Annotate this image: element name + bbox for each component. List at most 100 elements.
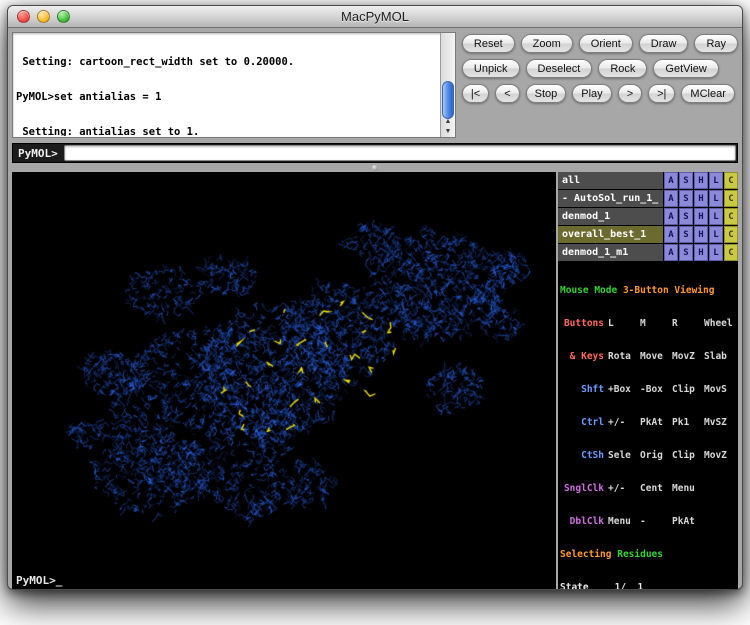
object-color-button[interactable]: C — [724, 172, 738, 189]
object-row-overall-best-1: overall_best_1 A S H L C — [558, 226, 738, 243]
object-color-button[interactable]: C — [724, 190, 738, 207]
zoom-button[interactable]: Zoom — [521, 34, 573, 53]
object-row-denmod-1-m1: denmod_1_m1 A S H L C — [558, 244, 738, 261]
object-color-button[interactable]: C — [724, 244, 738, 261]
object-show-button[interactable]: S — [679, 244, 693, 261]
state-label: State — [560, 582, 589, 590]
zoom-window-button[interactable] — [57, 10, 70, 23]
console-scrollbar[interactable]: ▲ ▼ — [440, 33, 455, 137]
object-action-button[interactable]: A — [664, 190, 678, 207]
object-hide-button[interactable]: H — [694, 208, 708, 225]
mouse-cell: Orig — [640, 450, 672, 461]
object-label[interactable]: - AutoSol_run_1_ — [558, 190, 663, 207]
movie-stop-button[interactable]: Stop — [526, 84, 567, 103]
object-action-button[interactable]: A — [664, 172, 678, 189]
mouse-mode-value[interactable]: 3-Button Viewing — [623, 285, 715, 296]
object-show-button[interactable]: S — [679, 208, 693, 225]
mouse-matrix-row: Shft +Box -Box Clip MovS — [560, 384, 738, 395]
mouse-row-head: SnglClk — [560, 483, 608, 494]
orient-button[interactable]: Orient — [579, 34, 633, 53]
mouse-cell: -Box — [640, 384, 672, 395]
upper-section: Setting: cartoon_rect_width set to 0.200… — [8, 28, 742, 140]
movie-play-button[interactable]: Play — [572, 84, 611, 103]
macpymol-window: MacPyMOL Setting: cartoon_rect_width set… — [7, 5, 743, 590]
mouse-cell: L — [608, 318, 640, 329]
movie-back-button[interactable]: < — [495, 84, 519, 103]
command-row: PyMOL> — [12, 143, 738, 163]
mouse-matrix-row: Ctrl +/- PkAt Pk1 MvSZ — [560, 417, 738, 428]
object-labelmenu-button[interactable]: L — [709, 244, 723, 261]
object-hide-button[interactable]: H — [694, 190, 708, 207]
object-action-button[interactable]: A — [664, 208, 678, 225]
mouse-matrix-row: Buttons L M R Wheel — [560, 318, 738, 329]
object-label[interactable]: denmod_1 — [558, 208, 663, 225]
mouse-cell: MovZ — [704, 450, 736, 461]
mouse-cell: R — [672, 318, 704, 329]
ray-button[interactable]: Ray — [694, 34, 738, 53]
mouse-row-head: Buttons — [560, 318, 608, 329]
scroll-up-icon[interactable]: ▲ — [444, 117, 451, 127]
mouse-cell: - — [640, 516, 672, 527]
mouse-cell: +/- — [608, 417, 640, 428]
getview-button[interactable]: GetView — [653, 59, 718, 78]
selecting-label: Selecting — [560, 549, 611, 560]
object-label[interactable]: all — [558, 172, 663, 189]
mouse-cell: Clip — [672, 450, 704, 461]
object-color-button[interactable]: C — [724, 208, 738, 225]
titlebar[interactable]: MacPyMOL — [8, 6, 742, 28]
mouse-matrix-row: & Keys Rota Move MovZ Slab — [560, 351, 738, 362]
object-action-button[interactable]: A — [664, 226, 678, 243]
object-labelmenu-button[interactable]: L — [709, 208, 723, 225]
control-button-panel: Reset Zoom Orient Draw Ray Unpick Desele… — [462, 32, 738, 140]
movie-first-button[interactable]: |< — [462, 84, 489, 103]
mouse-cell: Menu — [608, 516, 640, 527]
object-hide-button[interactable]: H — [694, 172, 708, 189]
scroll-down-icon[interactable]: ▼ — [444, 127, 451, 137]
selecting-value[interactable]: Residues — [617, 549, 663, 560]
object-label[interactable]: overall_best_1 — [558, 226, 663, 243]
splitter-handle-icon[interactable] — [372, 165, 378, 171]
mouse-cell: +Box — [608, 384, 640, 395]
pane-splitter[interactable] — [8, 163, 742, 172]
mouse-cell: MvSZ — [704, 417, 736, 428]
mclear-button[interactable]: MClear — [681, 84, 734, 103]
draw-button[interactable]: Draw — [639, 34, 689, 53]
reset-button[interactable]: Reset — [462, 34, 515, 53]
mouse-cell — [704, 483, 736, 494]
rock-button[interactable]: Rock — [598, 59, 647, 78]
object-hide-button[interactable]: H — [694, 226, 708, 243]
console-log[interactable]: Setting: cartoon_rect_width set to 0.200… — [12, 32, 456, 138]
object-color-button[interactable]: C — [724, 226, 738, 243]
console-text: Setting: cartoon_rect_width set to 0.200… — [16, 34, 439, 136]
mouse-cell: Pk1 — [672, 417, 704, 428]
object-show-button[interactable]: S — [679, 226, 693, 243]
mouse-row-head: DblClk — [560, 516, 608, 527]
mouse-cell: M — [640, 318, 672, 329]
unpick-button[interactable]: Unpick — [462, 59, 520, 78]
object-show-button[interactable]: S — [679, 172, 693, 189]
object-label[interactable]: denmod_1_m1 — [558, 244, 663, 261]
mouse-mode-label: Mouse Mode — [560, 285, 617, 296]
mouse-cell: MovS — [704, 384, 736, 395]
viewport-canvas[interactable] — [12, 172, 556, 573]
object-hide-button[interactable]: H — [694, 244, 708, 261]
scrollbar-thumb[interactable] — [442, 81, 454, 119]
deselect-button[interactable]: Deselect — [526, 59, 593, 78]
mouse-matrix-row: SnglClk +/- Cent Menu — [560, 483, 738, 494]
mouse-cell — [704, 516, 736, 527]
command-input[interactable] — [64, 145, 736, 161]
movie-forward-button[interactable]: > — [618, 84, 642, 103]
minimize-window-button[interactable] — [37, 10, 50, 23]
object-labelmenu-button[interactable]: L — [709, 190, 723, 207]
object-row-denmod-1: denmod_1 A S H L C — [558, 208, 738, 225]
object-labelmenu-button[interactable]: L — [709, 172, 723, 189]
object-show-button[interactable]: S — [679, 190, 693, 207]
mouse-cell: +/- — [608, 483, 640, 494]
close-window-button[interactable] — [17, 10, 30, 23]
movie-last-button[interactable]: >| — [648, 84, 675, 103]
mouse-cell: Cent — [640, 483, 672, 494]
object-action-button[interactable]: A — [664, 244, 678, 261]
object-labelmenu-button[interactable]: L — [709, 226, 723, 243]
mouse-cell: Slab — [704, 351, 736, 362]
window-title: MacPyMOL — [341, 9, 409, 24]
